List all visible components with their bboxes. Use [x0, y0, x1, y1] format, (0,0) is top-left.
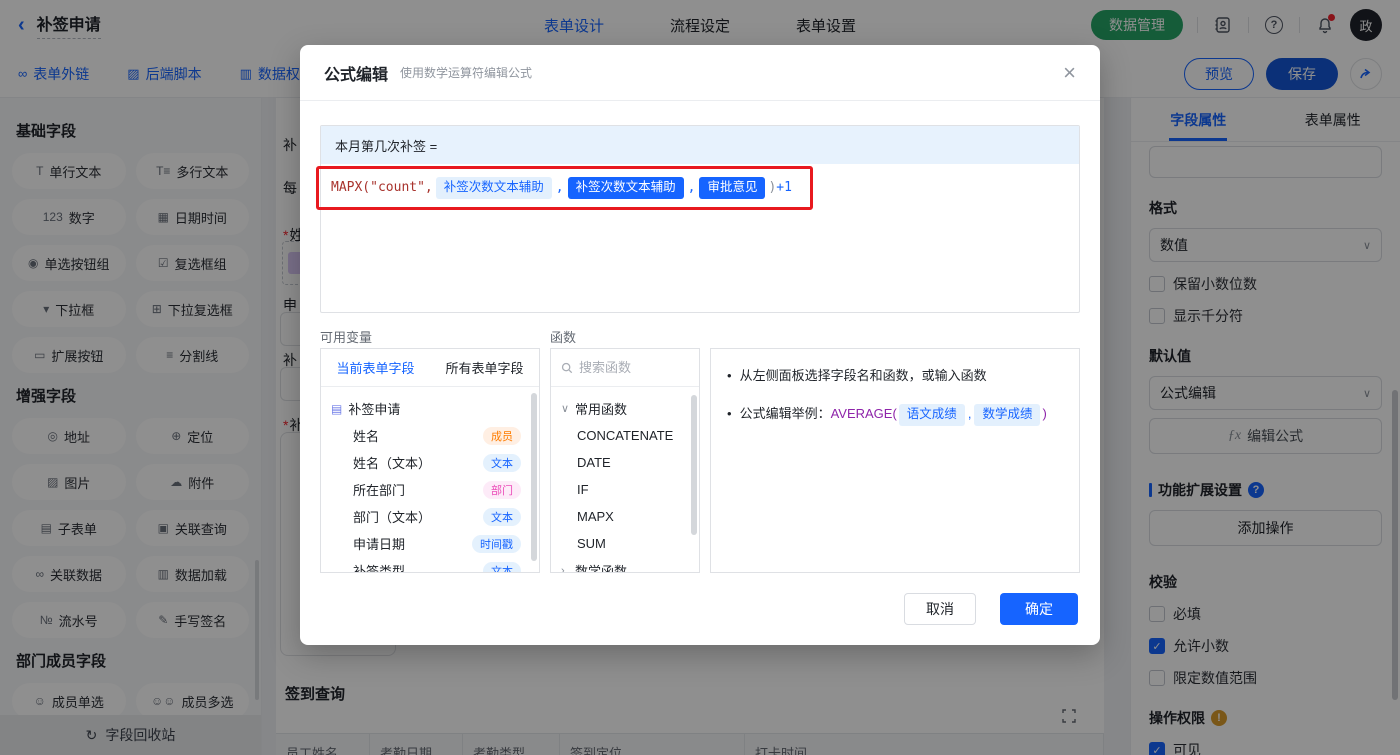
formula-target: 本月第几次补签 =	[321, 126, 1079, 164]
formula-editor-modal: 公式编辑 使用数学运算符编辑公式 × 本月第几次补签 = MAPX("count…	[300, 45, 1100, 645]
formula-editor: 本月第几次补签 = MAPX("count", 补签次数文本辅助, 补签次数文本辅助…	[320, 125, 1080, 313]
close-icon[interactable]: ×	[1063, 61, 1076, 84]
chevron-down-icon: ∨	[561, 403, 570, 415]
variables-label: 可用变量	[320, 330, 373, 345]
help-tip-1: • 从左侧面板选择字段名和函数，或输入函数	[727, 365, 1063, 387]
functions-panel: ∨常用函数CONCATENATEDATEIFMAPXSUM›数学函数›文本函数	[550, 348, 700, 573]
form-doc-icon: ▤	[331, 401, 343, 416]
variable-field-name: 部门（文本）	[353, 510, 432, 525]
chevron-right-icon: ›	[561, 564, 565, 573]
variable-field-name: 申请日期	[353, 537, 406, 552]
function-search-input[interactable]	[579, 360, 689, 375]
variables-column: 可用变量 当前表单字段 所有表单字段 ▤ 补签申请 姓名 成员 姓名（文本） 文本 所在部门部…	[320, 327, 540, 573]
field-type-badge: 时间戳	[472, 534, 521, 553]
variables-list: ▤ 补签申请 姓名 成员 姓名（文本） 文本 所在部门 部门 部门（文本） 文本 申请日期 时间戳 补签…	[321, 387, 539, 573]
function-group-数学函数[interactable]: › 数学函数	[561, 557, 695, 573]
functions-label: 函数	[550, 330, 577, 345]
field-type-badge: 文本	[483, 507, 521, 526]
help-example: 公式编辑举例：AVERAGE(语文成绩, 数学成绩)	[740, 403, 1047, 426]
variable-field-所在部门[interactable]: 所在部门 部门	[331, 476, 533, 503]
example-close-paren: )	[1042, 406, 1047, 421]
help-tip-2: • 公式编辑举例：AVERAGE(语文成绩, 数学成绩)	[727, 403, 1063, 426]
function-group-常用函数[interactable]: ∨ 常用函数	[561, 395, 695, 422]
field-type-badge: 文本	[483, 561, 521, 572]
function-group-name: 数学函数	[575, 564, 628, 573]
function-search[interactable]	[551, 349, 699, 387]
example-field-token: 数学成绩	[974, 404, 1041, 426]
formula-function-prefix: MAPX("count",	[331, 180, 433, 195]
variables-tab-1[interactable]: 当前表单字段	[321, 349, 430, 386]
functions-column: 函数 ∨常用函数CONCATENATEDATEIFMAPXSUM›数学函数›文本…	[550, 327, 700, 573]
variable-field-姓名（文本）[interactable]: 姓名（文本） 文本	[331, 449, 533, 476]
confirm-button[interactable]: 确定	[1000, 593, 1078, 625]
variable-field-name: 所在部门	[353, 483, 406, 498]
formula-comma: ,	[687, 180, 696, 195]
help-panel: • 从左侧面板选择字段名和函数，或输入函数 • 公式编辑举例：AVERAGE(语…	[710, 348, 1080, 573]
variable-field-补签类型[interactable]: 补签类型 文本	[331, 557, 533, 573]
modal-columns: 可用变量 当前表单字段 所有表单字段 ▤ 补签申请 姓名 成员 姓名（文本） 文本 所在部门部…	[320, 327, 1080, 573]
variables-scrollbar[interactable]	[531, 393, 537, 561]
variable-field-name: 姓名（文本）	[353, 456, 432, 471]
function-group-name: 常用函数	[575, 402, 628, 417]
function-item-MAPX[interactable]: MAPX	[561, 503, 695, 530]
function-item-CONCATENATE[interactable]: CONCATENATE	[561, 422, 695, 449]
example-label: 公式编辑举例：	[739, 406, 831, 421]
function-item-SUM[interactable]: SUM	[561, 530, 695, 557]
app-window: ‹ 补签申请 表单设计 流程设定 表单设置 数据管理 ? 政 ∞ 表单外链 ▨ 后端	[0, 0, 1400, 755]
field-type-badge: 文本	[483, 453, 521, 472]
help-label-spacer	[710, 327, 1080, 348]
formula-comma: ,	[555, 180, 564, 195]
help-column: • 从左侧面板选择字段名和函数，或输入函数 • 公式编辑举例：AVERAGE(语…	[710, 327, 1080, 573]
modal-subtitle: 使用数学运算符编辑公式	[400, 66, 533, 80]
variables-tabs: 当前表单字段 所有表单字段	[321, 349, 539, 387]
variables-tab-2[interactable]: 所有表单字段	[430, 349, 539, 386]
example-field-token: 语文成绩	[898, 404, 965, 426]
example-args: 语文成绩, 数学成绩	[897, 404, 1043, 426]
variable-field-部门（文本）[interactable]: 部门（文本） 文本	[331, 503, 533, 530]
variables-panel: 当前表单字段 所有表单字段 ▤ 补签申请 姓名 成员 姓名（文本） 文本 所在部门 部门 部门（文…	[320, 348, 540, 573]
field-type-badge: 部门	[483, 480, 521, 499]
example-function: AVERAGE(	[830, 406, 897, 421]
functions-scrollbar[interactable]	[691, 395, 697, 535]
formula-field-token[interactable]: 审批意见	[699, 177, 766, 199]
help-tip-text: 从左侧面板选择字段名和函数，或输入函数	[739, 368, 987, 383]
formula-field-token[interactable]: 补签次数文本辅助	[567, 177, 684, 199]
functions-list: ∨常用函数CONCATENATEDATEIFMAPXSUM›数学函数›文本函数	[551, 387, 699, 573]
search-icon	[561, 362, 573, 373]
example-comma: ,	[967, 406, 972, 421]
variables-form-row[interactable]: ▤ 补签申请	[331, 395, 533, 422]
modal-header: 公式编辑 使用数学运算符编辑公式 ×	[300, 45, 1100, 101]
variable-field-申请日期[interactable]: 申请日期 时间戳	[331, 530, 533, 557]
cancel-button[interactable]: 取消	[904, 593, 976, 625]
bullet-icon: •	[727, 368, 732, 383]
field-type-badge: 成员	[483, 426, 521, 445]
function-item-IF[interactable]: IF	[561, 476, 695, 503]
function-item-DATE[interactable]: DATE	[561, 449, 695, 476]
form-name: 补签申请	[348, 402, 401, 417]
variable-field-姓名[interactable]: 姓名 成员	[331, 422, 533, 449]
formula-suffix: +1	[776, 180, 792, 195]
modal-footer: 取消 确定	[904, 593, 1078, 625]
formula-expression[interactable]: MAPX("count", 补签次数文本辅助, 补签次数文本辅助, 审批意见)+1	[321, 164, 1079, 212]
formula-field-token[interactable]: 补签次数文本辅助	[435, 177, 552, 199]
bullet-icon: •	[727, 406, 732, 421]
modal-title: 公式编辑	[324, 66, 389, 84]
variable-field-name: 补签类型	[353, 564, 406, 573]
variable-field-name: 姓名	[353, 429, 380, 444]
